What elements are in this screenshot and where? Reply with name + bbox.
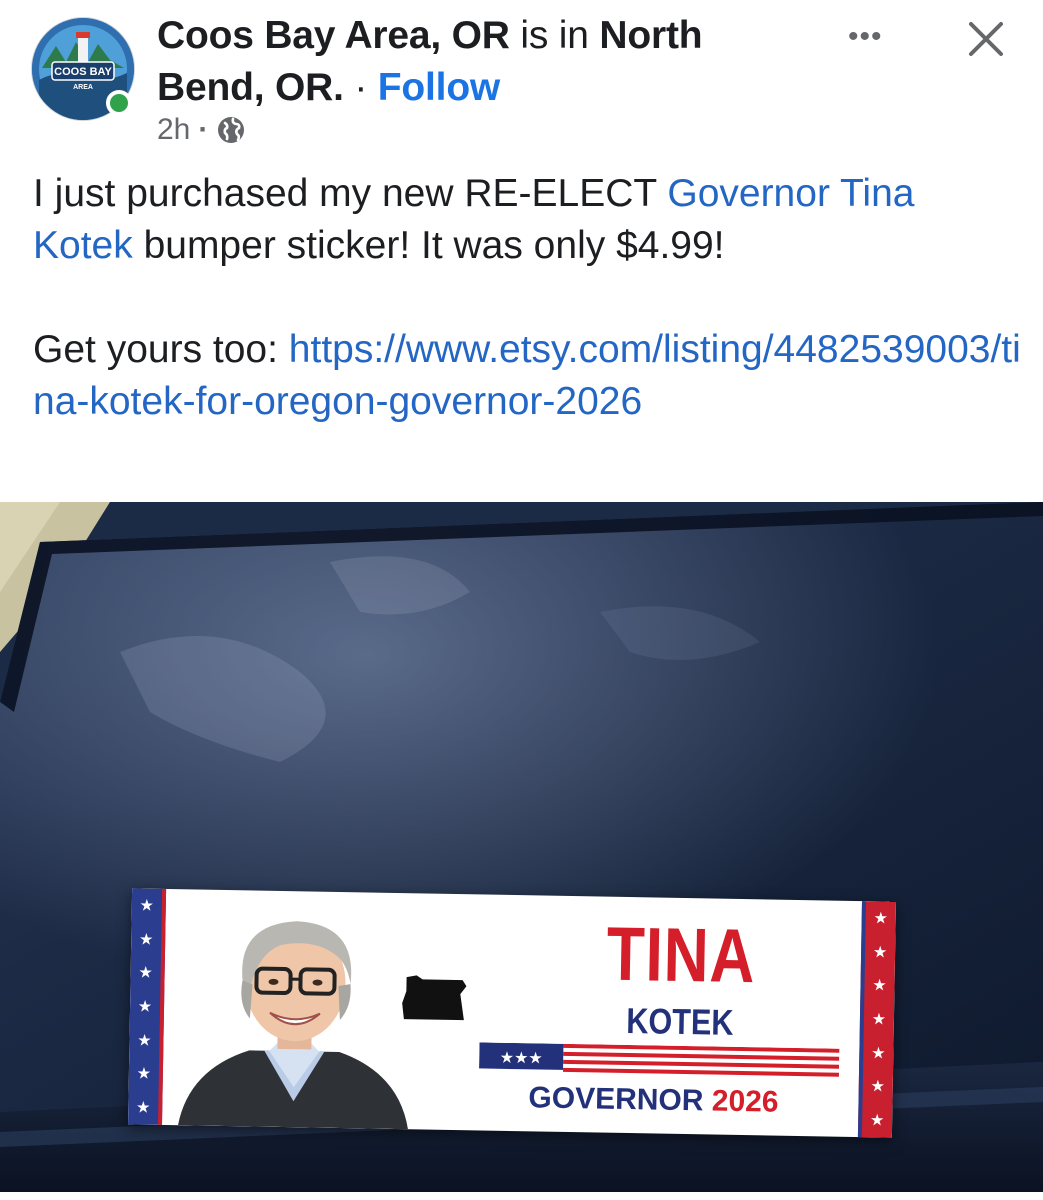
star-icon: ★ xyxy=(135,1099,151,1117)
flag-stars: ★★★ xyxy=(500,1048,543,1068)
candidate-portrait xyxy=(177,921,408,1130)
star-icon: ★ xyxy=(136,1065,152,1084)
bumper-sticker: ★ ★ ★ ★ ★ ★ ★ ★ ★ ★ ★ ★ ★ ★ TINA KOTEK ★… xyxy=(127,888,897,1138)
post-photo[interactable]: ★ ★ ★ ★ ★ ★ ★ ★ ★ ★ ★ ★ ★ ★ TINA KOTEK ★… xyxy=(0,502,1043,1192)
star-icon: ★ xyxy=(138,931,154,949)
post-timestamp[interactable]: 2h xyxy=(157,113,190,147)
star-icon: ★ xyxy=(137,1032,152,1050)
page-avatar-container[interactable]: COOS BAY AREA xyxy=(32,18,134,120)
follow-button[interactable]: Follow xyxy=(378,66,500,109)
post-paragraph-1: I just purchased my new RE-ELECT Governo… xyxy=(33,168,1023,272)
star-icon: ★ xyxy=(139,897,155,915)
star-icon: ★ xyxy=(872,943,888,962)
sticker-office: GOVERNOR xyxy=(528,1081,704,1118)
star-icon: ★ xyxy=(138,964,153,982)
oregon-state-icon xyxy=(402,975,467,1021)
more-options-icon[interactable]: ••• xyxy=(848,20,883,54)
post-body: I just purchased my new RE-ELECT Governo… xyxy=(33,168,1023,428)
post-bottom-divider xyxy=(0,1192,1043,1200)
post-header: Coos Bay Area, OR is in North Bend, OR. … xyxy=(157,10,817,114)
meta-separator: · xyxy=(198,113,209,146)
online-status-indicator xyxy=(106,90,132,116)
sticker-first-name: TINA xyxy=(605,911,757,1000)
logo-text-area: AREA xyxy=(73,84,93,91)
checkin-connector: is in xyxy=(520,14,589,57)
post-meta: 2h · xyxy=(157,113,246,147)
star-icon: ★ xyxy=(870,1078,886,1096)
star-icon: ★ xyxy=(873,910,889,928)
header-separator: · xyxy=(354,66,368,109)
page-name-link[interactable]: Coos Bay Area, OR xyxy=(157,14,510,57)
star-icon: ★ xyxy=(869,1112,885,1130)
logo-text-coos-bay: COOS BAY xyxy=(54,66,112,78)
globe-icon[interactable] xyxy=(216,115,246,145)
sticker-office-line: GOVERNOR 2026 xyxy=(468,1079,839,1121)
star-icon: ★ xyxy=(871,1044,886,1063)
sticker-last-name: KOTEK xyxy=(625,999,734,1043)
star-icon: ★ xyxy=(871,1011,887,1029)
sticker-year: 2026 xyxy=(711,1084,779,1119)
star-icon: ★ xyxy=(137,998,153,1016)
close-icon[interactable] xyxy=(965,18,1007,60)
post-paragraph-2: Get yours too: https://www.etsy.com/list… xyxy=(33,324,1023,428)
cta-text: Get yours too: xyxy=(33,328,289,371)
sticker-stars-right: ★ ★ ★ ★ ★ ★ ★ xyxy=(857,901,897,1138)
flag-stripe-graphic: ★★★ xyxy=(479,1042,840,1077)
star-icon: ★ xyxy=(872,977,887,995)
post-text-part-1: I just purchased my new RE-ELECT xyxy=(33,172,668,215)
post-text-part-2: bumper sticker! It was only $4.99! xyxy=(132,224,725,267)
sticker-stars-left: ★ ★ ★ ★ ★ ★ ★ xyxy=(127,888,167,1125)
